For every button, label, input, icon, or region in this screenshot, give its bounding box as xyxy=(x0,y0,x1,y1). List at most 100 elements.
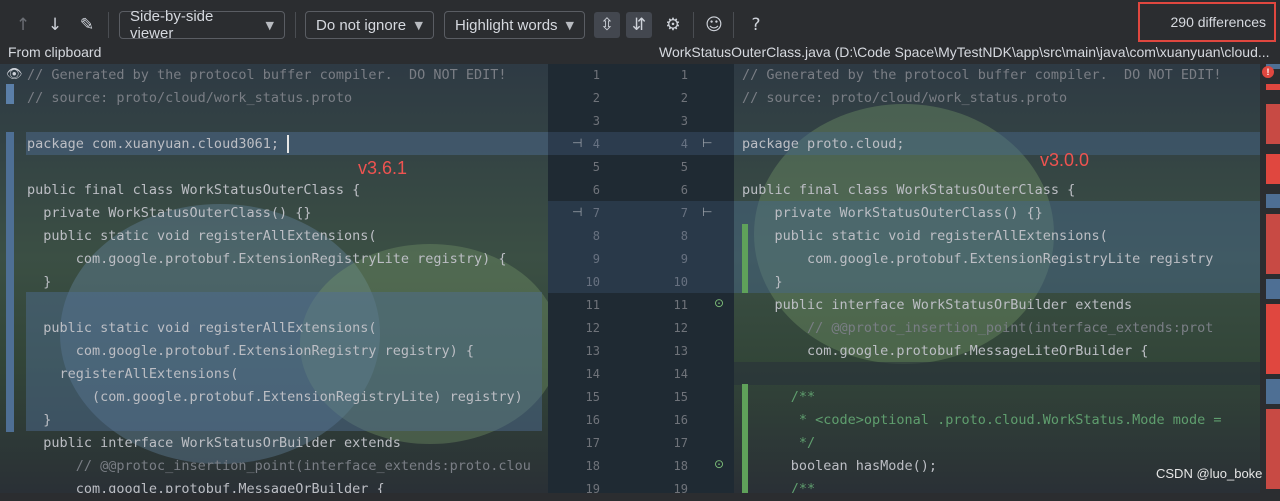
toolbar-divider xyxy=(733,12,734,38)
error-stripe-mark[interactable] xyxy=(1266,194,1280,208)
collapse-unchanged-icon[interactable]: ⇳ xyxy=(594,12,620,38)
left-version-label: v3.6.1 xyxy=(358,158,408,178)
error-stripe-mark[interactable] xyxy=(1266,279,1280,299)
left-line-number: 1 xyxy=(592,68,600,82)
left-line-number: 3 xyxy=(592,114,600,128)
chevron-down-icon: ▼ xyxy=(265,18,274,32)
error-stripe-mark[interactable] xyxy=(1266,304,1280,374)
right-line-number: 3 xyxy=(680,114,688,128)
text-cursor xyxy=(287,135,289,153)
left-line-number: 19 xyxy=(585,482,600,496)
toolbar-divider xyxy=(693,12,694,38)
error-stripe-mark[interactable] xyxy=(1266,409,1280,489)
left-code-line[interactable]: } xyxy=(27,271,51,294)
right-code-line[interactable]: /** xyxy=(742,386,815,409)
left-code-line[interactable]: // Generated by the protocol buffer comp… xyxy=(27,64,507,87)
toolbar-divider xyxy=(295,12,296,38)
right-code-line[interactable]: private WorkStatusOuterClass() {} xyxy=(742,202,1043,225)
left-line-number: 17 xyxy=(585,436,600,450)
right-code-line[interactable]: public interface WorkStatusOrBuilder ext… xyxy=(742,294,1133,317)
error-stripe-mark[interactable] xyxy=(1266,104,1280,144)
right-code-line[interactable]: // source: proto/cloud/work_status.proto xyxy=(742,87,1067,110)
left-code-line[interactable]: public static void registerAllExtensions… xyxy=(27,317,376,340)
left-code-line[interactable]: com.google.protobuf.ExtensionRegistry re… xyxy=(27,340,474,363)
current-line-highlight xyxy=(734,362,1260,385)
apply-change-icon[interactable]: ⊣ xyxy=(572,136,582,150)
apply-change-icon[interactable]: ⊢ xyxy=(702,136,712,150)
right-code-line[interactable]: boolean hasMode(); xyxy=(742,455,937,478)
left-code-line[interactable]: // source: proto/cloud/work_status.proto xyxy=(27,87,352,110)
right-code-line[interactable]: */ xyxy=(742,432,815,455)
differences-count: 290 differences xyxy=(1138,2,1276,42)
right-code-line[interactable]: package proto.cloud; xyxy=(742,133,905,156)
error-stripe-mark[interactable] xyxy=(1266,154,1280,184)
gear-icon[interactable]: ⚙ xyxy=(660,12,686,38)
right-code-line[interactable]: // Generated by the protocol buffer comp… xyxy=(742,64,1222,87)
error-stripe-mark[interactable] xyxy=(1266,379,1280,404)
eye-icon[interactable]: 👁 xyxy=(6,67,23,82)
implements-icon[interactable]: ⊙ xyxy=(714,457,724,471)
chevron-down-icon: ▼ xyxy=(565,18,574,32)
right-line-number: 16 xyxy=(673,413,688,427)
change-marker xyxy=(6,84,14,104)
left-code-line[interactable]: registerAllExtensions( xyxy=(27,363,239,386)
pencil-icon[interactable]: ✎ xyxy=(74,12,100,38)
left-code-line[interactable]: // @@protoc_insertion_point(interface_ex… xyxy=(27,455,531,478)
left-code-line[interactable]: public static void registerAllExtensions… xyxy=(27,225,376,248)
right-code-line[interactable]: public final class WorkStatusOuterClass … xyxy=(742,179,1075,202)
right-line-number: 12 xyxy=(673,321,688,335)
viewer-mode-dropdown[interactable]: Side-by-side viewer ▼ xyxy=(119,8,285,42)
right-line-number: 5 xyxy=(680,160,688,174)
right-code-line[interactable]: * <code>optional .proto.cloud.WorkStatus… xyxy=(742,409,1222,432)
arrow-down-icon[interactable]: ↓ xyxy=(42,12,68,38)
right-pane-title: WorkStatusOuterClass.java (D:\Code Space… xyxy=(659,44,1270,60)
error-indicator-icon[interactable]: ! xyxy=(1262,66,1274,78)
left-line-number: 15 xyxy=(585,390,600,404)
diff-toolbar: ↑ ↓ ✎ Side-by-side viewer ▼ Do not ignore… xyxy=(0,0,1280,48)
implements-icon[interactable]: ⊙ xyxy=(714,296,724,310)
highlight-mode-label: Highlight words xyxy=(455,16,558,34)
error-stripe-mark[interactable] xyxy=(1266,84,1280,90)
left-code-line[interactable]: com.google.protobuf.MessageOrBuilder { xyxy=(27,478,385,493)
left-pane-title: From clipboard xyxy=(8,44,102,60)
apply-change-icon[interactable]: ⊢ xyxy=(702,205,712,219)
left-code-line[interactable]: package com.xuanyuan.cloud3061; xyxy=(27,133,279,156)
sync-scroll-icon[interactable]: ⇵ xyxy=(626,12,652,38)
right-line-number: 18 xyxy=(673,459,688,473)
error-stripe-mark[interactable] xyxy=(1266,214,1280,274)
left-code-line[interactable]: } xyxy=(27,409,51,432)
right-code-line[interactable]: public static void registerAllExtensions… xyxy=(742,225,1108,248)
right-line-number: 19 xyxy=(673,482,688,496)
left-line-number: 11 xyxy=(585,298,600,312)
ignore-mode-dropdown[interactable]: Do not ignore ▼ xyxy=(305,11,434,39)
annotate-icon[interactable]: ☺ xyxy=(701,12,727,38)
right-code-line[interactable]: /** xyxy=(742,478,815,493)
left-line-number: 2 xyxy=(592,91,600,105)
left-code-line[interactable]: private WorkStatusOuterClass() {} xyxy=(27,202,311,225)
left-code-line[interactable]: (com.google.protobuf.ExtensionRegistryLi… xyxy=(27,386,523,409)
viewer-mode-label: Side-by-side viewer xyxy=(130,8,214,42)
left-line-number: 5 xyxy=(592,160,600,174)
left-code-line[interactable]: public interface WorkStatusOrBuilder ext… xyxy=(27,432,401,455)
error-stripe[interactable] xyxy=(1260,64,1280,493)
apply-change-icon[interactable]: ⊣ xyxy=(572,205,582,219)
left-editor[interactable]: // Generated by the protocol buffer comp… xyxy=(0,64,548,493)
arrow-up-icon[interactable]: ↑ xyxy=(10,12,36,38)
right-line-number: 14 xyxy=(673,367,688,381)
diff-gutter: 1 2 3 4 5 6 7 8 9 10 11 12 13 14 15 16 17 18 19 1234567891… xyxy=(548,64,734,496)
right-code-line[interactable]: } xyxy=(742,271,783,294)
help-button[interactable]: ? xyxy=(743,12,769,38)
right-line-number: 6 xyxy=(680,183,688,197)
chevron-down-icon: ▼ xyxy=(414,18,423,32)
right-code-line[interactable]: // @@protoc_insertion_point(interface_ex… xyxy=(742,317,1213,340)
right-line-number: 1 xyxy=(680,68,688,82)
left-line-number: 6 xyxy=(592,183,600,197)
left-line-number: 12 xyxy=(585,321,600,335)
left-code-line[interactable]: com.google.protobuf.ExtensionRegistryLit… xyxy=(27,248,507,271)
right-code-line[interactable]: com.google.protobuf.MessageLiteOrBuilder… xyxy=(742,340,1148,363)
highlight-mode-dropdown[interactable]: Highlight words ▼ xyxy=(444,11,585,39)
left-code-line[interactable]: public final class WorkStatusOuterClass … xyxy=(27,179,360,202)
right-line-number: 13 xyxy=(673,344,688,358)
right-editor[interactable]: // Generated by the protocol buffer comp… xyxy=(734,64,1260,493)
right-code-line[interactable]: com.google.protobuf.ExtensionRegistryLit… xyxy=(742,248,1213,271)
